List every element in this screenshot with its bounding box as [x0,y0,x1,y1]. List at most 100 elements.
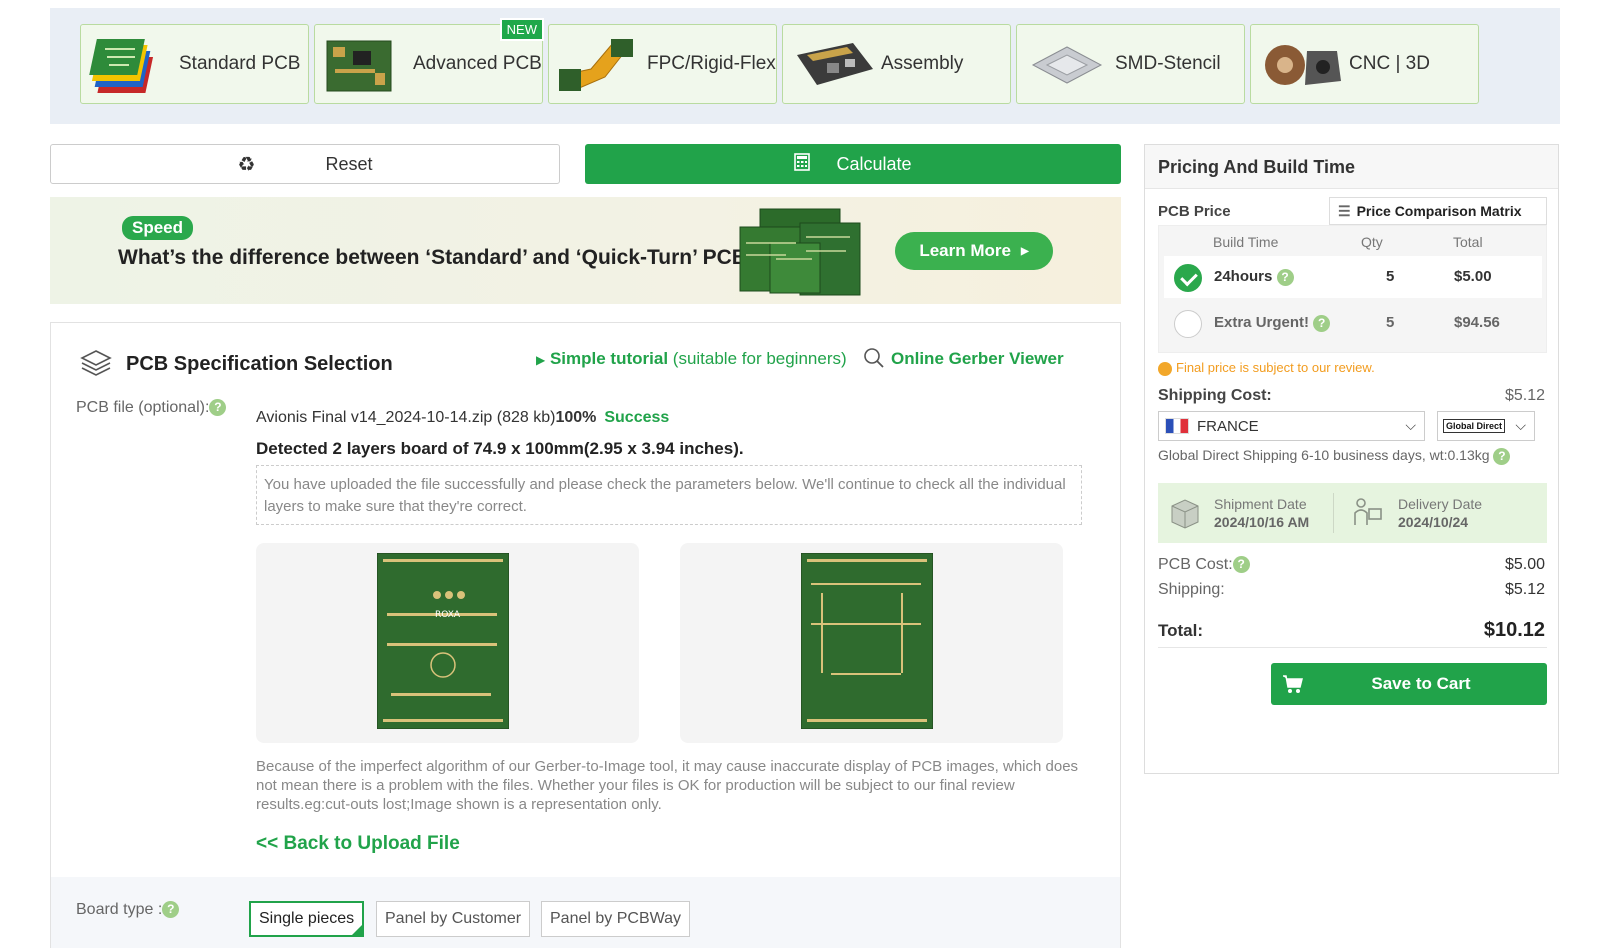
chevron-down-icon: ⌵ [1515,417,1526,433]
total-value: $10.12 [1483,619,1545,641]
shipping-cost-label: Shipping Cost: [1158,387,1272,404]
layers-icon [79,347,113,386]
search-icon [863,347,885,374]
upload-progress: 100% [555,409,597,426]
col-total: Total [1453,234,1483,250]
help-icon[interactable]: ? [162,901,180,919]
pcb-top-preview: ROXA [256,543,639,743]
online-gerber-viewer-link[interactable]: Online Gerber Viewer [891,349,1064,369]
country-select[interactable]: FRANCE ⌵ [1158,411,1425,441]
cnc-icon [1255,29,1347,99]
reset-label: Reset [325,153,373,174]
standard-pcb-icon [85,29,177,99]
product-standard-pcb[interactable]: Standard PCB [80,24,309,104]
radio-unchecked-icon[interactable] [1174,310,1202,338]
image-disclaimer: Because of the imperfect algorithm of ou… [256,758,1079,813]
dates-box: Shipment Date 2024/10/16 AM Delivery Dat… [1158,483,1547,543]
product-label: SMD-Stencil [1115,53,1221,74]
product-label: FPC/Rigid-Flex [647,53,776,74]
pcb-cost-value: $5.00 [1504,556,1545,573]
pcb-file-label-text: PCB file (optional): [76,399,210,416]
shipment-date-value: 2024/10/16 AM [1214,514,1310,530]
help-icon[interactable]: ? [209,399,227,417]
pcb-silkscreen-text: ROXA [435,610,461,620]
radio-checked-icon[interactable] [1174,264,1202,292]
build-option-24hours[interactable]: 24hours ? 5 $5.00 [1164,256,1542,298]
pcb-top-image: ROXA [377,553,509,729]
advanced-pcb-icon [319,29,411,99]
recycle-icon: ♻ [237,153,256,176]
save-to-cart-button[interactable]: Save to Cart [1271,663,1547,705]
file-name: Avionis Final v14_2024-10-14.zip (828 kb… [256,409,556,426]
carrier-logo: Global Direct [1443,419,1506,433]
product-label: Advanced PCB [413,53,542,74]
shipping-info-text: Global Direct Shipping 6-10 business day… [1158,447,1490,463]
help-icon[interactable]: ? [1232,556,1250,574]
product-nav: Standard PCB Advanced PCB NEW FPC/Rigid-… [50,8,1560,124]
triangle-right-icon: ▶ [1020,245,1029,257]
board-option-single-pieces[interactable]: Single pieces [249,901,365,937]
chevron-down-icon: ⌵ [1405,417,1416,433]
promo-banner[interactable]: Speed What’s the difference between ‘Sta… [50,197,1121,304]
build-option-qty: 5 [1386,268,1395,285]
learn-more-button[interactable]: Learn More ▶ [895,232,1053,270]
product-cnc-3d[interactable]: CNC | 3D [1250,24,1479,104]
divider [1158,647,1547,648]
info-bulb-icon [1158,361,1172,376]
upload-status: Success [604,409,670,426]
build-option-qty: 5 [1386,314,1395,331]
cart-icon [1271,674,1315,694]
help-icon[interactable]: ? [1276,268,1294,286]
pcb-cost-label-text: PCB Cost: [1158,556,1233,573]
board-type-label-text: Board type : [76,901,163,918]
save-to-cart-label: Save to Cart [1371,674,1471,693]
shipment-date-label: Shipment Date [1214,496,1307,512]
help-icon[interactable]: ? [1313,314,1331,332]
delivery-date-value: 2024/10/24 [1398,514,1469,530]
carrier-select[interactable]: Global Direct ⌵ [1437,411,1535,441]
shipping-cost-value: $5.12 [1504,387,1545,404]
price-comparison-button[interactable]: ☰ Price Comparison Matrix [1329,197,1547,225]
help-icon[interactable]: ? [1493,447,1511,465]
shipment-date: Shipment Date 2024/10/16 AM [1214,496,1309,530]
build-option-total: $5.00 [1454,268,1492,285]
build-option-extra-urgent[interactable]: Extra Urgent! ? 5 $94.56 [1164,302,1542,344]
upload-notice: You have uploaded the file successfully … [256,465,1082,525]
product-fpc-rigid-flex[interactable]: FPC/Rigid-Flex [548,24,777,104]
board-type-label: Board type :? [76,901,180,919]
calculator-icon [794,152,811,176]
product-advanced-pcb[interactable]: Advanced PCB NEW [314,18,544,104]
delivery-date: Delivery Date 2024/10/24 [1398,496,1482,530]
list-icon: ☰ [1338,202,1351,219]
stencil-icon [1021,29,1113,99]
product-label: CNC | 3D [1349,53,1430,74]
product-smd-stencil[interactable]: SMD-Stencil [1016,24,1245,104]
learn-more-label: Learn More [919,241,1011,260]
price-review-note: Final price is subject to our review. [1158,360,1375,376]
product-assembly[interactable]: Assembly [782,24,1011,104]
build-option-name-text: 24hours [1214,268,1273,285]
board-option-panel-by-pcbway[interactable]: Panel by PCBWay [541,901,691,937]
col-qty: Qty [1361,234,1383,250]
detected-board-info: Detected 2 layers board of 74.9 x 100mm(… [256,439,744,458]
assembly-icon [787,29,879,99]
reset-button[interactable]: ♻ Reset [50,144,560,184]
spec-title: PCB Specification Selection [126,353,393,375]
back-to-upload-link[interactable]: << Back to Upload File [256,833,460,855]
price-comparison-label: Price Comparison Matrix [1356,203,1522,219]
board-type-row: Board type :? Single pieces Panel by Cus… [51,877,1120,948]
pricing-title: Pricing And Build Time [1145,145,1558,189]
build-option-name: 24hours ? [1214,268,1294,286]
pcb-file-label: PCB file (optional):? [76,399,227,417]
build-option-name-text: Extra Urgent! [1214,314,1310,331]
pricing-panel: Pricing And Build Time PCB Price ☰ Price… [1144,144,1559,774]
build-option-name: Extra Urgent! ? [1214,314,1331,332]
spec-panel: PCB Specification Selection ▶ Simple tut… [50,322,1121,948]
france-flag-icon [1165,418,1189,434]
board-option-panel-by-customer[interactable]: Panel by Customer [376,901,531,937]
delivery-date-label: Delivery Date [1398,496,1483,512]
col-build-time: Build Time [1213,234,1279,250]
product-label: Standard PCB [179,53,301,74]
calculate-button[interactable]: Calculate [585,144,1121,184]
simple-tutorial-link[interactable]: ▶ Simple tutorial (suitable for beginner… [536,349,847,369]
